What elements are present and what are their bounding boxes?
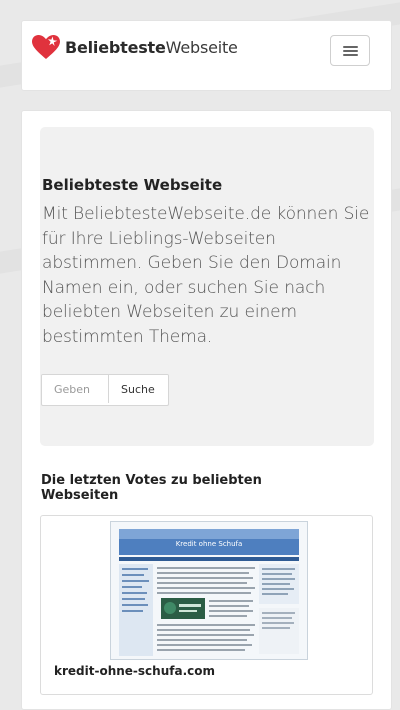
voted-site-label[interactable]: kredit-ohne-schufa.com (54, 664, 215, 678)
search-form: Suche (41, 374, 169, 406)
thumbnail-title: Kredit ohne Schufa (176, 540, 243, 548)
site-thumbnail[interactable]: Kredit ohne Schufa (110, 521, 308, 660)
brand-name: BeliebtesteWebseite (65, 38, 238, 57)
site-screenshot-image: Kredit ohne Schufa (111, 522, 307, 659)
hamburger-icon-bar (343, 50, 358, 52)
vote-card[interactable]: Kredit ohne Schufa kredit-ohne-schufa.co… (40, 515, 373, 695)
search-button[interactable]: Suche (108, 375, 168, 403)
brand-link[interactable]: BeliebtesteWebseite (31, 34, 238, 60)
hamburger-icon-bar (343, 54, 358, 56)
heart-logo-icon (32, 35, 60, 59)
hamburger-icon-bar (343, 46, 358, 48)
hero-title: Beliebteste Webseite (42, 176, 223, 194)
main-panel: Beliebteste Webseite Mit BeliebtesteWebs… (21, 110, 392, 710)
brand-name-bold: Beliebteste (65, 37, 166, 57)
menu-toggle-button[interactable] (330, 35, 370, 66)
recent-votes-title: Die letzten Votes zu beliebten Webseiten (41, 473, 262, 503)
navbar: BeliebtesteWebseite (21, 20, 392, 91)
hero-description: Mit BeliebtesteWebseite.de können Sie fü… (42, 204, 370, 347)
brand-name-light: Webseite (165, 37, 238, 57)
hero-box: Beliebteste Webseite Mit BeliebtesteWebs… (40, 127, 374, 446)
domain-input[interactable] (42, 375, 108, 403)
